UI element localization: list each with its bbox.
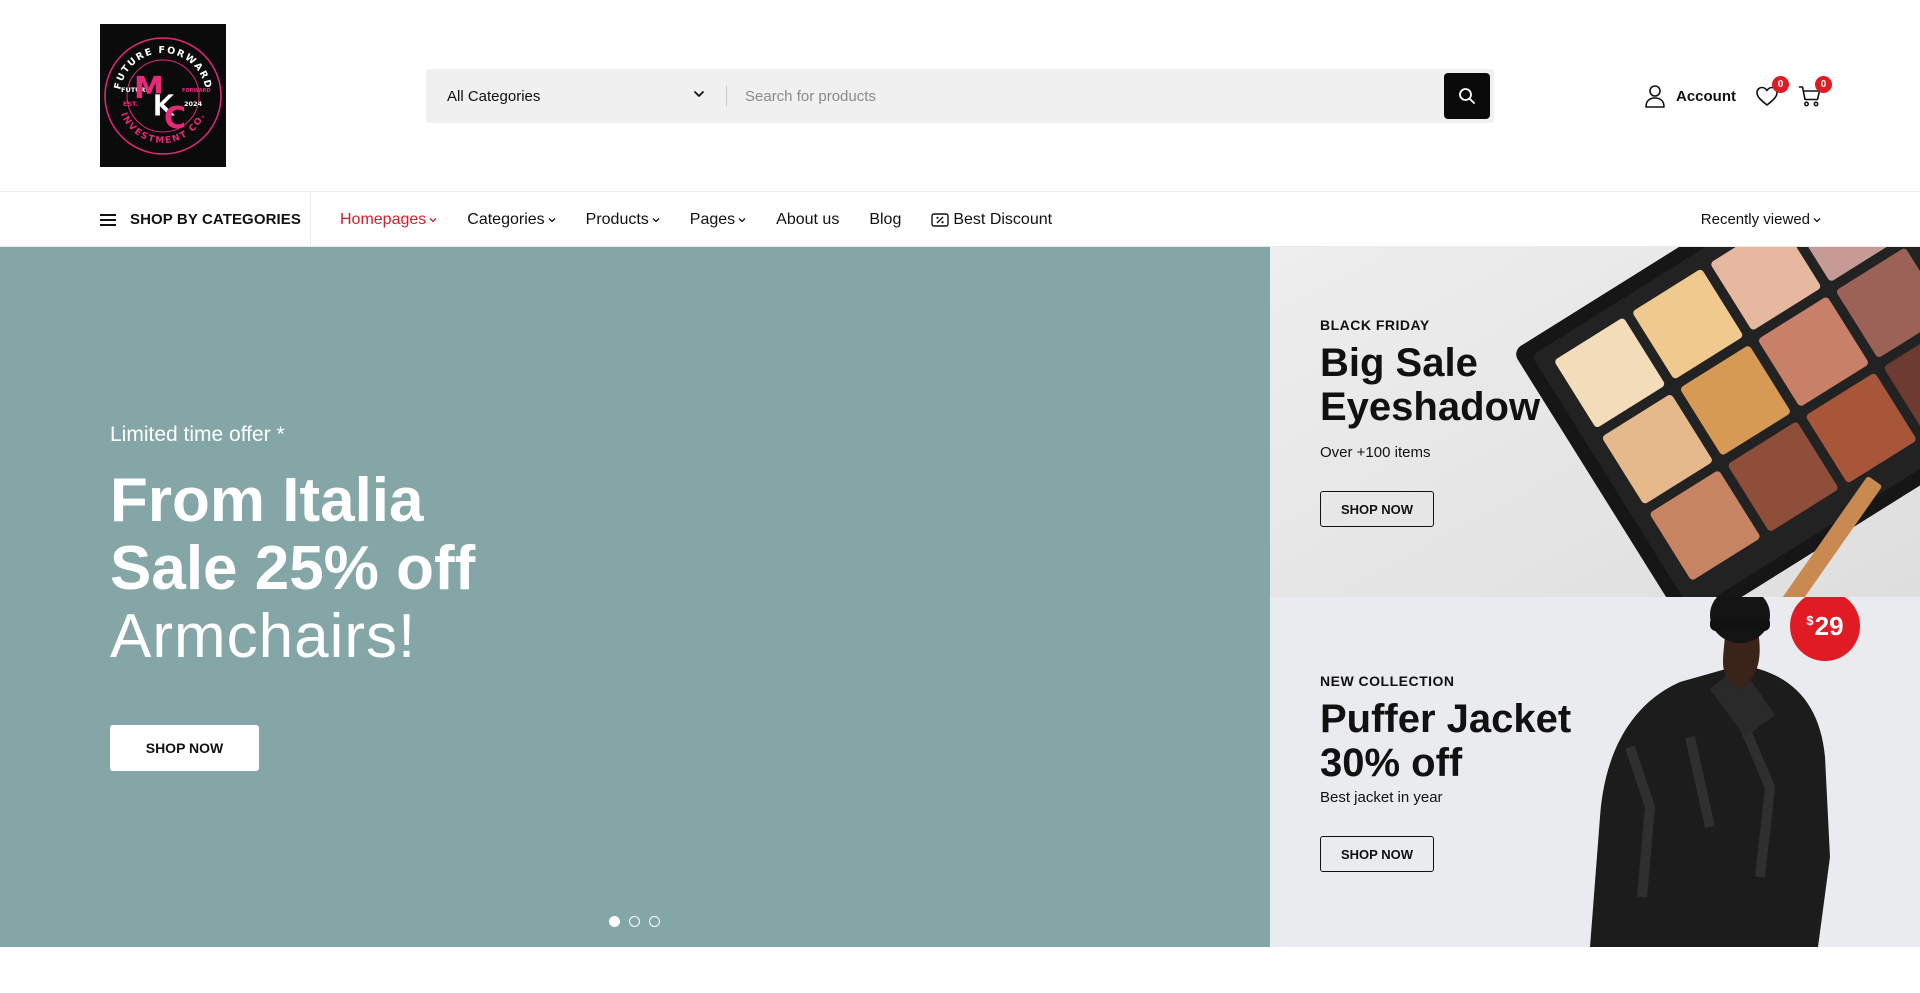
site-header: FUTURE FORWARD INVESTMENT CO. FUTURE EST… (0, 0, 1920, 192)
cart-count-badge: 0 (1815, 76, 1832, 93)
nav-item-label: Blog (869, 210, 902, 228)
search-divider (726, 86, 727, 106)
hamburger-icon (100, 213, 116, 226)
discount-tag-icon (931, 212, 950, 227)
hero-title-line-2: Sale 25% off (110, 534, 476, 603)
nav-item-blog[interactable]: Blog (869, 211, 901, 229)
search-category-select[interactable]: All Categories (426, 69, 726, 123)
banner-title-line-2: Eyeshadow (1320, 385, 1541, 429)
nav-item-products[interactable]: Products (586, 211, 660, 229)
banner-title-line-1: Big Sale (1320, 341, 1478, 385)
nav-item-label: Homepages (340, 210, 427, 228)
shop-by-categories-button[interactable]: SHOP BY CATEGORIES (100, 192, 310, 247)
recently-viewed-label: Recently viewed (1700, 211, 1810, 228)
user-icon (1645, 85, 1665, 108)
hero-slider: Limited time offer * From Italia Sale 25… (0, 247, 1270, 947)
recently-viewed-dropdown[interactable]: Recently viewed (1701, 192, 1821, 247)
hero-offer-text: Limited time offer * (110, 423, 285, 446)
chevron-down-icon (548, 217, 556, 222)
main-nav: SHOP BY CATEGORIES Homepages Categories … (0, 192, 1920, 247)
slider-dot-2[interactable] (629, 916, 640, 927)
banner-eyebrow: NEW COLLECTION (1320, 673, 1455, 689)
search-category-label: All Categories (447, 87, 541, 105)
slider-dots (609, 916, 669, 927)
hero-title-line-1: From Italia (110, 466, 424, 535)
logo-right-text: FORWARD (182, 88, 211, 94)
brand-logo[interactable]: FUTURE FORWARD INVESTMENT CO. FUTURE EST… (100, 24, 226, 167)
nav-item-pages[interactable]: Pages (690, 211, 746, 229)
nav-item-label: Best Discount (953, 210, 1053, 228)
nav-menu: Homepages Categories Products Pages Abou… (340, 192, 1082, 247)
svg-text:C: C (164, 101, 186, 136)
chevron-down-icon (652, 217, 660, 222)
nav-item-best-discount[interactable]: Best Discount (931, 211, 1052, 229)
account-link[interactable]: Account (1644, 84, 1736, 108)
eyeshadow-banner[interactable]: BLACK FRIDAY Big Sale Eyeshadow Over +10… (1270, 247, 1920, 597)
chevron-down-icon (694, 91, 704, 97)
search-icon (1459, 88, 1475, 104)
account-label: Account (1676, 87, 1736, 105)
price-amount: 29 (1814, 610, 1844, 641)
nav-item-homepages[interactable]: Homepages (340, 211, 437, 229)
jacket-shop-now-button[interactable]: SHOP NOW (1320, 836, 1434, 872)
hero-subtitle: Armchairs! (110, 602, 417, 671)
hero-shop-now-button[interactable]: SHOP NOW (110, 725, 259, 771)
search-input[interactable] (745, 69, 1345, 123)
logo-graphic: FUTURE FORWARD INVESTMENT CO. FUTURE EST… (100, 24, 226, 167)
slider-dot-3[interactable] (649, 916, 660, 927)
nav-item-label: Categories (467, 210, 545, 228)
banner-title: Big Sale Eyeshadow (1320, 341, 1540, 429)
nav-item-about-us[interactable]: About us (776, 211, 839, 229)
nav-item-label: Products (585, 210, 649, 228)
wishlist-count-badge: 0 (1772, 76, 1789, 93)
hero-title: From Italia Sale 25% off (110, 467, 475, 603)
search-bar: All Categories (426, 69, 1494, 123)
search-button[interactable] (1444, 73, 1490, 119)
banner-eyebrow: BLACK FRIDAY (1320, 317, 1430, 333)
eyeshadow-shop-now-button[interactable]: SHOP NOW (1320, 491, 1434, 527)
nav-item-label: Pages (689, 210, 736, 228)
banner-title-line-2: 30% off (1320, 741, 1463, 785)
nav-item-categories[interactable]: Categories (467, 210, 556, 229)
chevron-down-icon (1813, 217, 1821, 222)
cart-button[interactable]: 0 (1798, 76, 1832, 108)
banner-description: Best jacket in year (1320, 789, 1443, 806)
nav-divider (310, 192, 311, 247)
slider-dot-1[interactable] (609, 916, 620, 927)
puffer-jacket-banner[interactable]: $ 29 NEW COLLECTION Puffer Jacket 30% of… (1270, 597, 1920, 947)
chevron-down-icon (429, 217, 437, 222)
price-currency: $ (1806, 612, 1814, 628)
nav-item-label: About us (776, 210, 840, 228)
banner-title-line-1: Puffer Jacket (1320, 697, 1572, 741)
logo-year-text: 2024 (184, 100, 203, 108)
shop-by-categories-label: SHOP BY CATEGORIES (130, 211, 302, 228)
banner-title: Puffer Jacket 30% off (1320, 697, 1571, 785)
wishlist-button[interactable]: 0 (1755, 76, 1789, 108)
banner-description: Over +100 items (1320, 444, 1431, 461)
chevron-down-icon (738, 217, 746, 222)
